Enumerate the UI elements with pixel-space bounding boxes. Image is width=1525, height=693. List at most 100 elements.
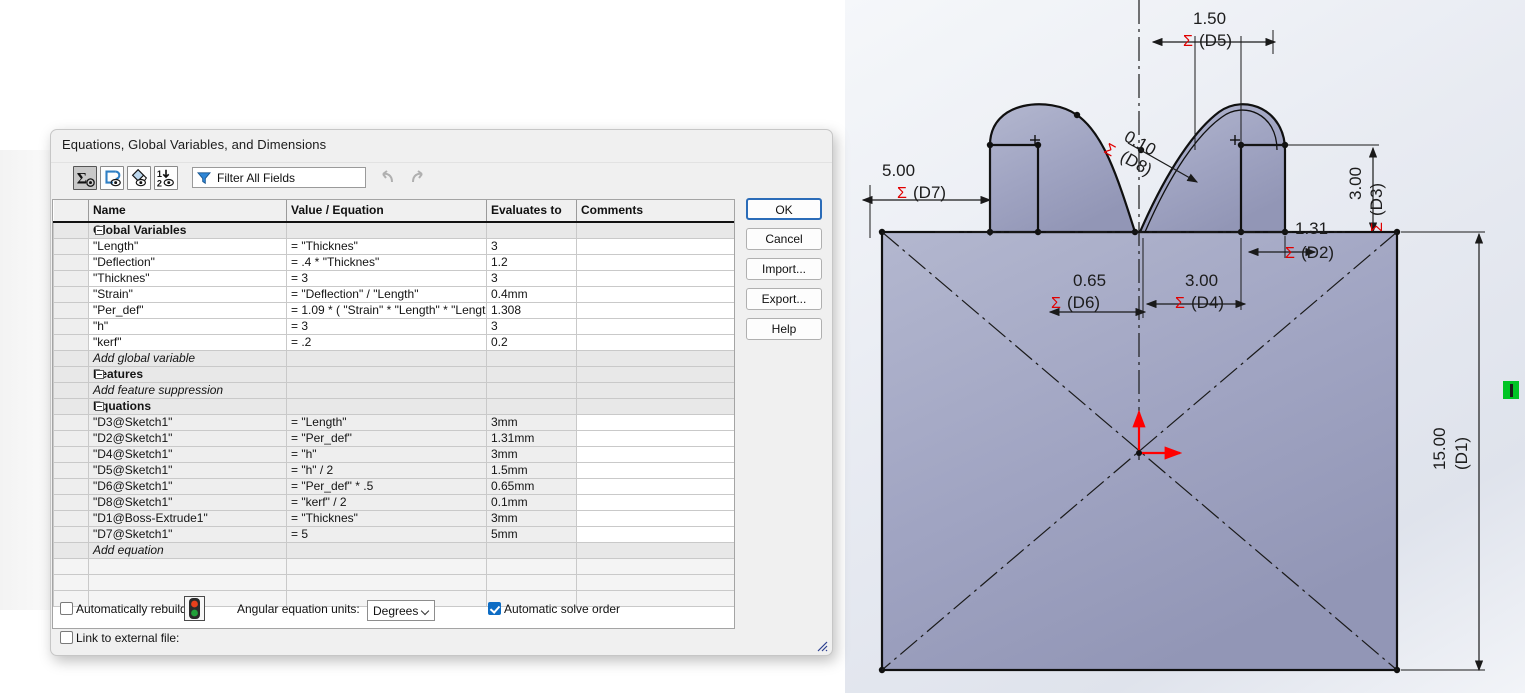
row-comment[interactable]: [576, 237, 734, 255]
row-comment[interactable]: [576, 253, 734, 271]
row-selector[interactable]: [53, 445, 89, 463]
add-row-comment[interactable]: [576, 349, 734, 367]
row-selector[interactable]: [53, 253, 89, 271]
row-name[interactable]: "D3@Sketch1": [88, 413, 287, 431]
row-name[interactable]: "Per_def": [88, 301, 287, 319]
group-name[interactable]: Features: [88, 365, 287, 383]
row-value-equation[interactable]: = "Deflection" / "Length": [286, 285, 487, 303]
ok-button[interactable]: OK: [746, 198, 822, 220]
add-row-value[interactable]: [286, 381, 487, 399]
column-header-evaluates[interactable]: Evaluates to: [486, 200, 577, 223]
row-selector[interactable]: [53, 365, 89, 383]
add-row-value[interactable]: [286, 349, 487, 367]
row-selector[interactable]: [53, 317, 89, 335]
row-comment[interactable]: [576, 493, 734, 511]
row-selector[interactable]: [53, 349, 89, 367]
row-name[interactable]: "Length": [88, 237, 287, 255]
row-value-equation[interactable]: = .2: [286, 333, 487, 351]
view-indicator-marker[interactable]: [1503, 381, 1519, 399]
row-name[interactable]: "D7@Sketch1": [88, 525, 287, 543]
row-comment[interactable]: [576, 477, 734, 495]
group-name[interactable]: Equations: [88, 397, 287, 415]
row-comment[interactable]: [576, 445, 734, 463]
auto-solve-row[interactable]: Automatic solve order: [488, 602, 620, 616]
add-row-value[interactable]: [286, 541, 487, 559]
row-comment[interactable]: [576, 269, 734, 287]
row-selector[interactable]: [53, 397, 89, 415]
row-value-equation[interactable]: = "Per_def" * .5: [286, 477, 487, 495]
row-selector[interactable]: [53, 381, 89, 399]
row-name[interactable]: "Strain": [88, 285, 287, 303]
auto-solve-checkbox[interactable]: [488, 602, 501, 615]
row-value-equation[interactable]: = 5: [286, 525, 487, 543]
import-button[interactable]: Import...: [746, 258, 822, 280]
add-row-label[interactable]: Add equation: [88, 541, 287, 559]
rebuild-status-button[interactable]: [184, 596, 205, 621]
row-selector[interactable]: [53, 221, 89, 239]
row-value-equation[interactable]: = 3: [286, 269, 487, 287]
add-row-label[interactable]: Add feature suppression: [88, 381, 287, 399]
row-comment[interactable]: [576, 317, 734, 335]
row-name[interactable]: "D4@Sketch1": [88, 445, 287, 463]
row-value-equation[interactable]: = "Thicknes": [286, 237, 487, 255]
row-value-equation[interactable]: = 3: [286, 317, 487, 335]
undo-button[interactable]: [378, 168, 398, 188]
row-selector[interactable]: [53, 333, 89, 351]
row-value-equation[interactable]: = "Thicknes": [286, 509, 487, 527]
row-value-equation[interactable]: = .4 * "Thicknes": [286, 253, 487, 271]
row-selector[interactable]: [53, 269, 89, 287]
row-selector[interactable]: [53, 285, 89, 303]
help-button[interactable]: Help: [746, 318, 822, 340]
row-selector[interactable]: [53, 557, 89, 575]
sigma-view-button[interactable]: Σ: [73, 166, 97, 190]
row-comment[interactable]: [576, 301, 734, 319]
collapse-toggle-icon[interactable]: [95, 401, 104, 411]
row-selector[interactable]: [53, 493, 89, 511]
row-selector[interactable]: [53, 477, 89, 495]
sketch-equation-view-button[interactable]: [100, 166, 124, 190]
row-selector[interactable]: [53, 541, 89, 559]
row-name[interactable]: "D2@Sketch1": [88, 429, 287, 447]
auto-rebuild-checkbox[interactable]: [60, 602, 73, 615]
angular-units-select[interactable]: Degrees: [367, 600, 435, 621]
row-value-equation[interactable]: = "h": [286, 445, 487, 463]
row-name[interactable]: "h": [88, 317, 287, 335]
equations-table-container[interactable]: Name Value / Equation Evaluates to Comme…: [52, 199, 735, 629]
row-comment[interactable]: [576, 461, 734, 479]
row-name[interactable]: "D5@Sketch1": [88, 461, 287, 479]
row-value-equation[interactable]: = "Per_def": [286, 429, 487, 447]
row-value-equation[interactable]: = "Length": [286, 413, 487, 431]
row-selector[interactable]: [53, 461, 89, 479]
row-name[interactable]: "Thicknes": [88, 269, 287, 287]
row-name[interactable]: "D8@Sketch1": [88, 493, 287, 511]
export-button[interactable]: Export...: [746, 288, 822, 310]
row-value-equation[interactable]: = 1.09 * ( "Strain" * "Length" * "Length…: [286, 301, 487, 319]
add-row-comment[interactable]: [576, 381, 734, 399]
cancel-button[interactable]: Cancel: [746, 228, 822, 250]
link-external-checkbox[interactable]: [60, 631, 73, 644]
column-header-name[interactable]: Name: [88, 200, 287, 223]
row-selector[interactable]: [53, 413, 89, 431]
row-name[interactable]: "D1@Boss-Extrude1": [88, 509, 287, 527]
cad-graphics-area[interactable]: 5.00 Σ (D7) 1.50 Σ (D5) 0.10 Σ (D8) 3.00…: [845, 0, 1525, 693]
link-external-row[interactable]: Link to external file:: [60, 631, 179, 645]
row-comment[interactable]: [576, 429, 734, 447]
row-comment[interactable]: [576, 509, 734, 527]
add-row-comment[interactable]: [576, 541, 734, 559]
group-name[interactable]: Global Variables: [88, 221, 287, 239]
row-selector[interactable]: [53, 429, 89, 447]
feature-equation-view-button[interactable]: [127, 166, 151, 190]
row-comment[interactable]: [576, 413, 734, 431]
row-name[interactable]: "kerf": [88, 333, 287, 351]
row-value-equation[interactable]: = "kerf" / 2: [286, 493, 487, 511]
filter-input[interactable]: Filter All Fields: [192, 167, 366, 188]
row-value-equation[interactable]: = "h" / 2: [286, 461, 487, 479]
row-comment[interactable]: [576, 525, 734, 543]
row-name[interactable]: "Deflection": [88, 253, 287, 271]
resize-grip[interactable]: [815, 639, 828, 652]
column-header-value[interactable]: Value / Equation: [286, 200, 487, 223]
add-row-label[interactable]: Add global variable: [88, 349, 287, 367]
column-header-comments[interactable]: Comments: [576, 200, 734, 223]
collapse-toggle-icon[interactable]: [95, 226, 104, 235]
redo-button[interactable]: [407, 168, 427, 188]
